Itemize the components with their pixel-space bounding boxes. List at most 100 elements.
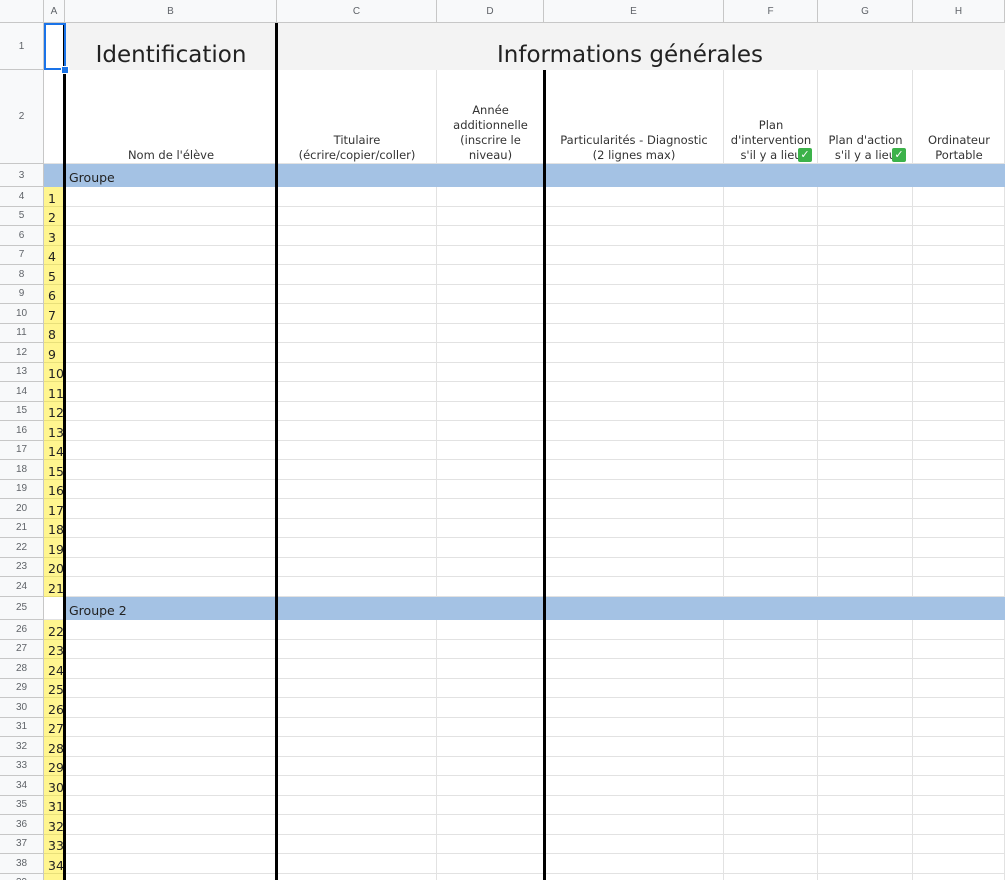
- cell[interactable]: [724, 873, 818, 880]
- row-header[interactable]: 7: [0, 245, 44, 265]
- cell[interactable]: [913, 639, 1005, 659]
- cell[interactable]: [277, 538, 437, 558]
- cell[interactable]: [65, 815, 277, 835]
- cell[interactable]: [818, 323, 913, 343]
- cell[interactable]: [277, 479, 437, 499]
- cell[interactable]: [913, 362, 1005, 382]
- row-header[interactable]: 20: [0, 499, 44, 519]
- cell[interactable]: [818, 756, 913, 776]
- row-header[interactable]: 6: [0, 226, 44, 246]
- cell[interactable]: [544, 815, 724, 835]
- column-header-a[interactable]: A: [44, 0, 65, 23]
- cell[interactable]: [724, 479, 818, 499]
- cell[interactable]: [544, 737, 724, 757]
- cell[interactable]: [724, 620, 818, 640]
- cell[interactable]: [818, 698, 913, 718]
- row-header[interactable]: 26: [0, 620, 44, 640]
- cell[interactable]: [818, 815, 913, 835]
- cell[interactable]: [437, 620, 544, 640]
- cell[interactable]: [277, 362, 437, 382]
- cell[interactable]: [437, 678, 544, 698]
- cell[interactable]: [724, 440, 818, 460]
- cell[interactable]: [277, 499, 437, 519]
- row-header[interactable]: 11: [0, 323, 44, 343]
- cell[interactable]: [437, 362, 544, 382]
- cell[interactable]: [913, 284, 1005, 304]
- cell[interactable]: [818, 284, 913, 304]
- column-header-g[interactable]: G: [818, 0, 913, 23]
- cell[interactable]: [544, 854, 724, 874]
- cell[interactable]: [65, 304, 277, 324]
- cell[interactable]: [65, 698, 277, 718]
- row-header[interactable]: 29: [0, 678, 44, 698]
- cell[interactable]: [818, 659, 913, 679]
- cell[interactable]: [913, 538, 1005, 558]
- cell[interactable]: [65, 401, 277, 421]
- cell[interactable]: [277, 401, 437, 421]
- cell[interactable]: [913, 304, 1005, 324]
- cell[interactable]: [913, 245, 1005, 265]
- cell[interactable]: [913, 440, 1005, 460]
- cell[interactable]: [724, 854, 818, 874]
- cell[interactable]: [437, 479, 544, 499]
- cell[interactable]: [277, 620, 437, 640]
- cell[interactable]: [277, 717, 437, 737]
- cell[interactable]: [277, 873, 437, 880]
- row-header[interactable]: 24: [0, 577, 44, 597]
- cell[interactable]: [818, 620, 913, 640]
- cell[interactable]: [724, 557, 818, 577]
- cell[interactable]: [437, 304, 544, 324]
- cell[interactable]: [277, 639, 437, 659]
- cell[interactable]: [65, 499, 277, 519]
- row-header[interactable]: 8: [0, 265, 44, 285]
- cell[interactable]: [65, 460, 277, 480]
- cell[interactable]: [818, 245, 913, 265]
- cell[interactable]: [544, 678, 724, 698]
- cell[interactable]: [544, 304, 724, 324]
- cell[interactable]: [818, 717, 913, 737]
- cell[interactable]: [724, 187, 818, 207]
- cell[interactable]: [65, 187, 277, 207]
- cell[interactable]: [65, 440, 277, 460]
- cell[interactable]: [913, 421, 1005, 441]
- cell[interactable]: [818, 460, 913, 480]
- cell[interactable]: [724, 343, 818, 363]
- cell[interactable]: [913, 460, 1005, 480]
- cell[interactable]: [277, 834, 437, 854]
- cell[interactable]: [818, 187, 913, 207]
- cell[interactable]: [724, 756, 818, 776]
- cell[interactable]: [544, 323, 724, 343]
- cell[interactable]: [913, 479, 1005, 499]
- cell[interactable]: [277, 659, 437, 679]
- cell[interactable]: [65, 265, 277, 285]
- cell[interactable]: [65, 776, 277, 796]
- cell[interactable]: [277, 795, 437, 815]
- cell[interactable]: [724, 226, 818, 246]
- cell[interactable]: [913, 187, 1005, 207]
- cell[interactable]: [277, 323, 437, 343]
- row-header[interactable]: 25: [0, 596, 44, 620]
- cell[interactable]: [437, 795, 544, 815]
- row-header[interactable]: 27: [0, 639, 44, 659]
- cell[interactable]: [818, 304, 913, 324]
- row-header[interactable]: 32: [0, 737, 44, 757]
- cell[interactable]: [437, 187, 544, 207]
- cell[interactable]: [913, 834, 1005, 854]
- cell[interactable]: [913, 226, 1005, 246]
- cell[interactable]: [544, 460, 724, 480]
- cell[interactable]: [437, 737, 544, 757]
- cell[interactable]: [818, 440, 913, 460]
- selected-cell[interactable]: [44, 23, 66, 70]
- column-header-f[interactable]: F: [724, 0, 818, 23]
- cell[interactable]: [437, 323, 544, 343]
- cell[interactable]: [65, 226, 277, 246]
- cell[interactable]: [437, 815, 544, 835]
- cell[interactable]: [437, 538, 544, 558]
- cell[interactable]: [724, 737, 818, 757]
- cell[interactable]: [437, 639, 544, 659]
- cell[interactable]: [724, 577, 818, 597]
- select-all-corner[interactable]: [0, 0, 44, 23]
- cell[interactable]: [913, 323, 1005, 343]
- cell[interactable]: [913, 776, 1005, 796]
- row-header[interactable]: 23: [0, 557, 44, 577]
